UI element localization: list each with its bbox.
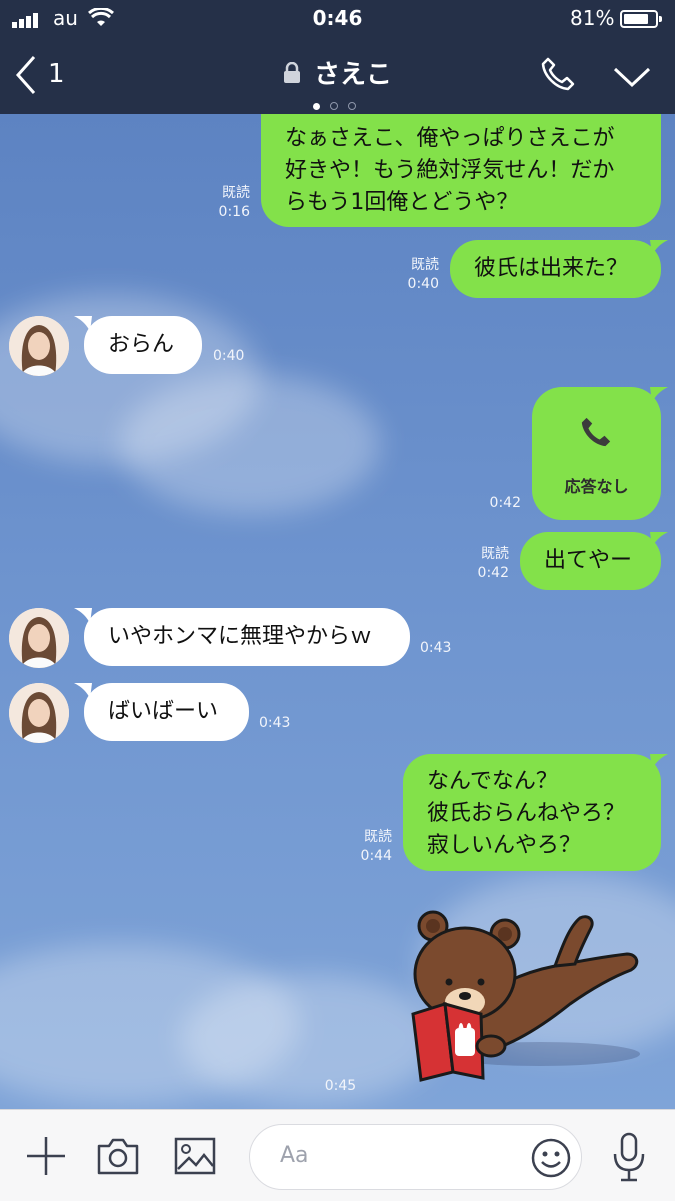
input-placeholder: Aa xyxy=(280,1143,309,1168)
outgoing-message[interactable]: 出てやー xyxy=(520,532,661,590)
emoji-icon xyxy=(531,1138,571,1178)
chat-title: さえこ xyxy=(314,60,393,90)
message-input[interactable]: Aa xyxy=(249,1124,582,1190)
chevron-down-icon xyxy=(613,67,651,88)
incoming-message[interactable]: おらん xyxy=(84,316,202,374)
message-meta: 既読 0:40 xyxy=(408,256,439,294)
read-receipt: 既読 xyxy=(364,829,392,845)
contact-avatar[interactable] xyxy=(9,316,69,376)
page-dot xyxy=(348,102,356,110)
bubble-tail xyxy=(74,316,92,332)
message-line: なんでなん？ xyxy=(427,769,558,794)
plus-icon xyxy=(27,1137,65,1175)
read-receipt: 既読 xyxy=(222,185,250,201)
camera-button[interactable] xyxy=(96,1136,140,1176)
bubble-tail xyxy=(74,608,92,624)
call-status-label: 応答なし xyxy=(564,477,629,496)
message-line: 寂しいんやろ？ xyxy=(427,833,582,858)
page-dot xyxy=(330,102,338,110)
read-receipt: 既読 xyxy=(481,546,509,562)
outgoing-message[interactable]: なんでなん？ 彼氏おらんねやろ？ 寂しいんやろ？ xyxy=(403,754,661,871)
lock-icon xyxy=(283,61,300,83)
chat-header: au 0:46 81% 1 さえこ xyxy=(0,0,675,114)
message-line: 好きや！もう絶対浮気せん！だか xyxy=(285,158,615,183)
timestamp: 0:43 xyxy=(259,715,291,731)
timestamp: 0:40 xyxy=(407,276,439,292)
image-icon xyxy=(174,1137,216,1175)
message-list[interactable]: なぁさえこ、俺やっぱりさえこが 好きや！もう絶対浮気せん！だか らもう1回俺とど… xyxy=(0,114,675,1109)
incoming-message[interactable]: ばいばーい xyxy=(84,683,249,741)
timestamp: 0:44 xyxy=(360,848,392,864)
bubble-tail xyxy=(74,683,92,699)
message-line: 出てやー xyxy=(544,548,633,573)
microphone-icon xyxy=(613,1132,645,1182)
more-options-button[interactable] xyxy=(25,1135,67,1177)
timestamp: 0:40 xyxy=(213,348,245,364)
message-line: なぁさえこ、俺やっぱりさえこが xyxy=(285,126,615,151)
camera-icon xyxy=(97,1138,139,1175)
bubble-tail xyxy=(650,532,668,548)
battery-icon xyxy=(620,10,662,28)
message-line: 彼氏おらんねやろ？ xyxy=(427,801,626,826)
timestamp: 0:16 xyxy=(218,204,250,220)
missed-call-card[interactable]: 応答なし xyxy=(532,387,661,520)
outgoing-message[interactable]: 彼氏は出来た？ xyxy=(450,240,661,298)
bubble-tail xyxy=(650,240,668,256)
timestamp: 0:42 xyxy=(477,565,509,581)
message-meta: 既読 0:44 xyxy=(361,828,392,866)
battery-percentage: 81% xyxy=(570,6,615,30)
gallery-button[interactable] xyxy=(174,1136,216,1176)
incoming-message[interactable]: いやホンマに無理やからｗ xyxy=(84,608,410,666)
page-dot xyxy=(313,103,320,110)
bubble-tail xyxy=(650,387,668,403)
message-input-bar: Aa xyxy=(0,1109,675,1201)
read-receipt: 既読 xyxy=(411,257,439,273)
menu-toggle-button[interactable] xyxy=(612,64,652,90)
message-line: いやホンマに無理やからｗ xyxy=(108,624,373,649)
contact-avatar[interactable] xyxy=(9,608,69,668)
message-meta: 既読 0:42 xyxy=(478,545,509,583)
voice-input-button[interactable] xyxy=(612,1132,646,1182)
message-line: ばいばーい xyxy=(108,699,219,724)
message-meta: 既読 0:16 xyxy=(219,184,250,222)
timestamp: 0:43 xyxy=(420,640,452,656)
message-line: らもう1回俺とどうや？ xyxy=(285,190,519,215)
outgoing-message[interactable]: なぁさえこ、俺やっぱりさえこが 好きや！もう絶対浮気せん！だか らもう1回俺とど… xyxy=(261,114,661,227)
bubble-tail xyxy=(650,754,668,770)
timestamp: 0:45 xyxy=(324,1078,357,1094)
message-line: おらん xyxy=(108,332,175,357)
phone-icon xyxy=(541,57,575,91)
call-button[interactable] xyxy=(540,56,576,92)
brown-bear-reading-sticker[interactable] xyxy=(405,904,645,1084)
battery-level-fill xyxy=(624,14,649,24)
message-line: 彼氏は出来た？ xyxy=(474,256,629,281)
emoji-button[interactable] xyxy=(531,1138,571,1178)
page-indicator xyxy=(313,95,356,114)
contact-avatar[interactable] xyxy=(9,683,69,743)
timestamp: 0:42 xyxy=(489,495,521,511)
phone-icon xyxy=(581,417,611,447)
